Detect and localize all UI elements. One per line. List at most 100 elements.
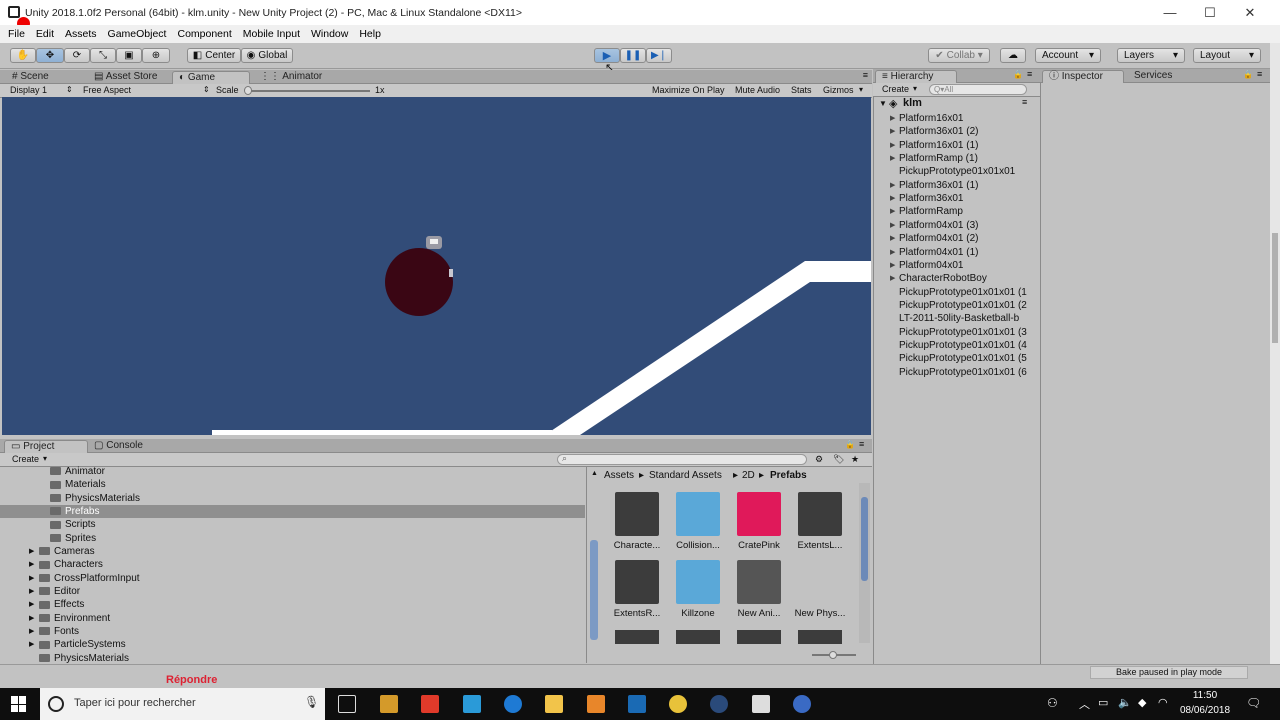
office-icon[interactable] (421, 695, 439, 713)
global-button[interactable]: ◉ Global (241, 48, 293, 63)
icon-size-slider-thumb[interactable] (829, 651, 837, 659)
account-dropdown[interactable]: Account ▾ (1035, 48, 1101, 63)
hierarchy-item[interactable]: Platform36x01 (1) (899, 179, 978, 192)
aspect-dropdown[interactable]: Free Aspect (83, 85, 131, 95)
hierarchy-item[interactable]: Platform36x01 (899, 192, 963, 205)
hierarchy-search-input[interactable]: Q▾All (929, 84, 1027, 95)
file-explorer-icon[interactable] (545, 695, 563, 713)
maximize-button[interactable]: ☐ (1190, 0, 1230, 25)
folder-item[interactable]: Fonts (39, 626, 79, 637)
expand-arrow-icon[interactable]: ▶ (29, 560, 34, 568)
game-view[interactable] (2, 97, 871, 435)
folder-item[interactable]: Sprites (50, 533, 96, 544)
panel-menu-icon[interactable]: ≡ (1027, 69, 1032, 79)
menu-help[interactable]: Help (359, 28, 381, 40)
expand-arrow-icon[interactable]: ▶ (890, 152, 895, 165)
asset-thumbnail-partial[interactable] (737, 630, 781, 644)
expand-arrow-icon[interactable]: ▶ (29, 627, 34, 635)
asset-scrollbar[interactable] (859, 483, 870, 643)
transform-tool-button[interactable]: ⊕ (142, 48, 170, 63)
scroll-up-icon[interactable]: ▲ (591, 470, 598, 477)
illustrator-icon[interactable] (587, 695, 605, 713)
asset-item[interactable]: CratePink (729, 492, 789, 551)
battery-icon[interactable]: ▭ (1098, 696, 1108, 709)
asset-item[interactable]: Characte... (607, 492, 667, 551)
lock-icon[interactable]: 🔒 (1013, 70, 1023, 79)
lock-icon[interactable]: 🔒 (1243, 70, 1253, 79)
asset-thumbnail-partial[interactable] (798, 630, 842, 644)
tab-project[interactable]: ▭ Project (4, 440, 88, 453)
expand-arrow-icon[interactable]: ▶ (29, 574, 34, 582)
hierarchy-item[interactable]: CharacterRobotBoy (899, 272, 987, 285)
folder-item[interactable]: Characters (39, 559, 103, 570)
asset-item[interactable]: Collision... (668, 492, 728, 551)
hierarchy-item[interactable]: Platform36x01 (2) (899, 125, 978, 138)
breadcrumb-2d[interactable]: 2D (742, 470, 755, 481)
expand-arrow-icon[interactable]: ▶ (890, 246, 895, 259)
hierarchy-item[interactable]: PickupPrototype01x01x01 (3 (899, 326, 1027, 339)
menu-assets[interactable]: Assets (65, 28, 97, 40)
expand-arrow-icon[interactable]: ▶ (890, 205, 895, 218)
scrollbar-thumb[interactable] (1272, 233, 1278, 343)
store-icon[interactable] (380, 695, 398, 713)
tab-game[interactable]: ◐ Game (172, 71, 250, 84)
panel-menu-icon[interactable]: ≡ (863, 70, 868, 80)
folder-item[interactable]: PhysicsMaterials (50, 493, 140, 504)
hierarchy-item[interactable]: PickupPrototype01x01x01 (5 (899, 352, 1027, 365)
people-icon[interactable]: ⚇ (1047, 696, 1058, 710)
collab-button[interactable]: ✔ Collab ▾ (928, 48, 990, 63)
tab-inspector[interactable]: ⓘ Inspector (1042, 70, 1124, 83)
taskbar-search-box[interactable]: Taper ici pour rechercher 🎙 (40, 688, 325, 720)
move-tool-button[interactable]: ✥ (36, 48, 64, 63)
hierarchy-item[interactable]: Platform04x01 (899, 259, 963, 272)
display-dropdown[interactable]: Display 1 (10, 85, 47, 95)
tree-scrollbar-thumb[interactable] (590, 540, 598, 640)
window-scrollbar[interactable] (1270, 43, 1280, 664)
expand-arrow-icon[interactable]: ▶ (890, 139, 895, 152)
layers-dropdown[interactable]: Layers ▾ (1117, 48, 1185, 63)
dropbox-icon[interactable]: ◆ (1138, 696, 1146, 709)
mute-audio-toggle[interactable]: Mute Audio (735, 85, 780, 95)
expand-arrow-icon[interactable]: ▶ (29, 587, 34, 595)
expand-arrow-icon[interactable]: ▶ (890, 232, 895, 245)
filter-type-icon[interactable]: ⚙ (815, 454, 823, 465)
tab-console[interactable]: ▢ Console (88, 440, 149, 453)
breadcrumb-assets[interactable]: Assets (604, 470, 634, 481)
wifi-icon[interactable]: ◠ (1158, 696, 1168, 709)
step-button[interactable]: ▶❘ (646, 48, 672, 63)
hierarchy-item[interactable]: PickupPrototype01x01x01 (2 (899, 299, 1027, 312)
lync-icon[interactable] (463, 695, 481, 713)
steam-icon[interactable] (710, 695, 728, 713)
asset-thumbnail-partial[interactable] (615, 630, 659, 644)
project-search-input[interactable] (557, 454, 807, 465)
microphone-icon[interactable]: 🎙 (304, 695, 319, 709)
layout-dropdown[interactable]: Layout ▾ (1193, 48, 1261, 63)
tab-animator[interactable]: ⋮⋮ Animator (254, 71, 328, 84)
asset-item[interactable]: ExtentsR... (607, 560, 667, 619)
maximize-on-play-toggle[interactable]: Maximize On Play (652, 85, 725, 95)
hierarchy-item[interactable]: PlatformRamp (899, 205, 963, 218)
menu-gameobject[interactable]: GameObject (108, 28, 167, 40)
minimize-button[interactable]: — (1150, 0, 1190, 25)
folder-item[interactable]: Editor (39, 586, 80, 597)
tab-hierarchy[interactable]: ≡ Hierarchy (875, 70, 957, 83)
clock-time[interactable]: 11:50 (1180, 690, 1230, 701)
hierarchy-item[interactable]: PickupPrototype01x01x01 (1 (899, 286, 1027, 299)
scene-menu-icon[interactable]: ≡ (1022, 97, 1027, 107)
volume-icon[interactable]: 🔈 (1118, 696, 1132, 709)
hierarchy-item[interactable]: PickupPrototype01x01x01 (899, 165, 1015, 178)
folder-item[interactable]: ParticleSystems (39, 639, 126, 650)
scale-slider-thumb[interactable] (244, 86, 252, 95)
expand-arrow-icon[interactable]: ▶ (29, 640, 34, 648)
rect-tool-button[interactable]: ▣ (116, 48, 142, 63)
notifications-icon[interactable]: 🗨 (1246, 696, 1261, 710)
scale-slider[interactable] (246, 90, 370, 92)
hierarchy-item[interactable]: PickupPrototype01x01x01 (6 (899, 366, 1027, 379)
expand-arrow-icon[interactable]: ▼ (879, 99, 887, 108)
menu-mobile-input[interactable]: Mobile Input (243, 28, 300, 40)
hierarchy-item[interactable]: Platform04x01 (3) (899, 219, 978, 232)
clock-date[interactable]: 08/06/2018 (1176, 705, 1234, 716)
photoshop-icon[interactable] (628, 695, 646, 713)
chevron-up-icon[interactable]: ︿ (1079, 696, 1090, 712)
asset-item[interactable]: New Phys... (790, 560, 850, 619)
